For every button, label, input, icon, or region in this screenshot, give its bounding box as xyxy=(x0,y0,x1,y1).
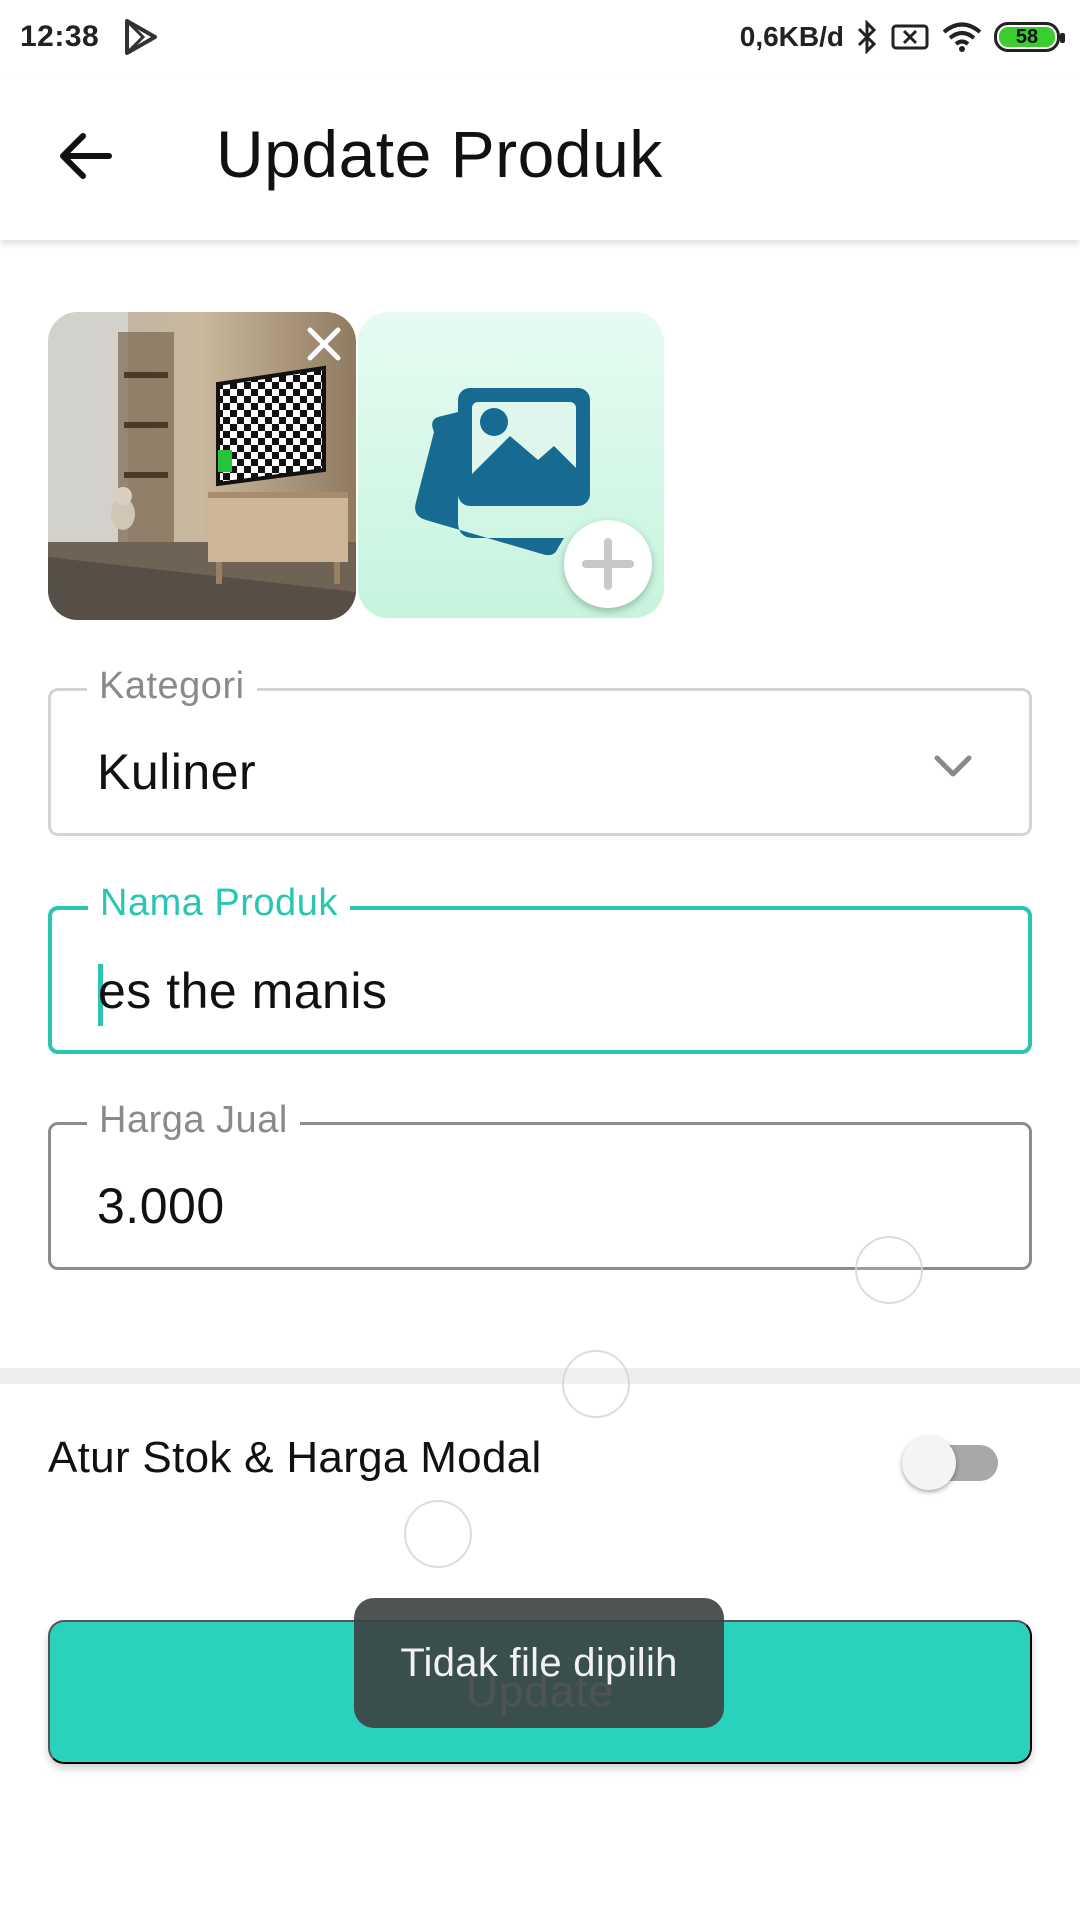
sim-x-icon xyxy=(891,24,929,50)
stok-toggle-label: Atur Stok & Harga Modal xyxy=(48,1433,542,1482)
product-photo[interactable] xyxy=(48,312,356,620)
page-title: Update Produk xyxy=(216,117,663,191)
section-divider xyxy=(0,1368,1080,1384)
nama-produk-value[interactable]: es the manis xyxy=(98,962,387,1020)
back-button[interactable] xyxy=(52,126,118,186)
wifi-icon xyxy=(942,22,982,52)
chevron-down-icon xyxy=(934,755,972,777)
battery-level: 58 xyxy=(999,26,1055,48)
bluetooth-icon xyxy=(857,20,877,54)
kategori-dropdown[interactable]: Kategori Kuliner xyxy=(48,665,1032,836)
app-bar: Update Produk xyxy=(0,74,1080,240)
network-speed: 0,6KB/d xyxy=(739,21,844,52)
stok-toggle-switch[interactable] xyxy=(902,1436,998,1490)
battery-icon: 58 xyxy=(994,22,1065,52)
nama-produk-field[interactable]: Nama Produk es the manis xyxy=(48,882,1032,1054)
harga-jual-value[interactable]: 3.000 xyxy=(97,1177,225,1235)
toggle-thumb xyxy=(902,1436,956,1490)
play-store-icon xyxy=(125,19,158,55)
touch-indicator xyxy=(855,1236,923,1304)
touch-indicator xyxy=(404,1500,472,1568)
touch-indicator xyxy=(562,1350,630,1418)
toast-message: Tidak file dipilih xyxy=(354,1598,724,1728)
harga-jual-label: Harga Jual xyxy=(87,1099,300,1142)
arrow-left-icon xyxy=(60,133,112,179)
plus-icon xyxy=(564,520,652,608)
status-time: 12:38 xyxy=(20,20,100,53)
status-bar: 12:38 0,6KB/d 58 xyxy=(0,0,1080,74)
close-icon[interactable] xyxy=(300,320,348,368)
status-right: 0,6KB/d 58 xyxy=(739,20,1065,54)
kategori-value: Kuliner xyxy=(97,744,257,800)
nama-produk-label: Nama Produk xyxy=(88,882,350,925)
add-image-button[interactable] xyxy=(358,312,664,618)
kategori-label: Kategori xyxy=(87,665,257,708)
